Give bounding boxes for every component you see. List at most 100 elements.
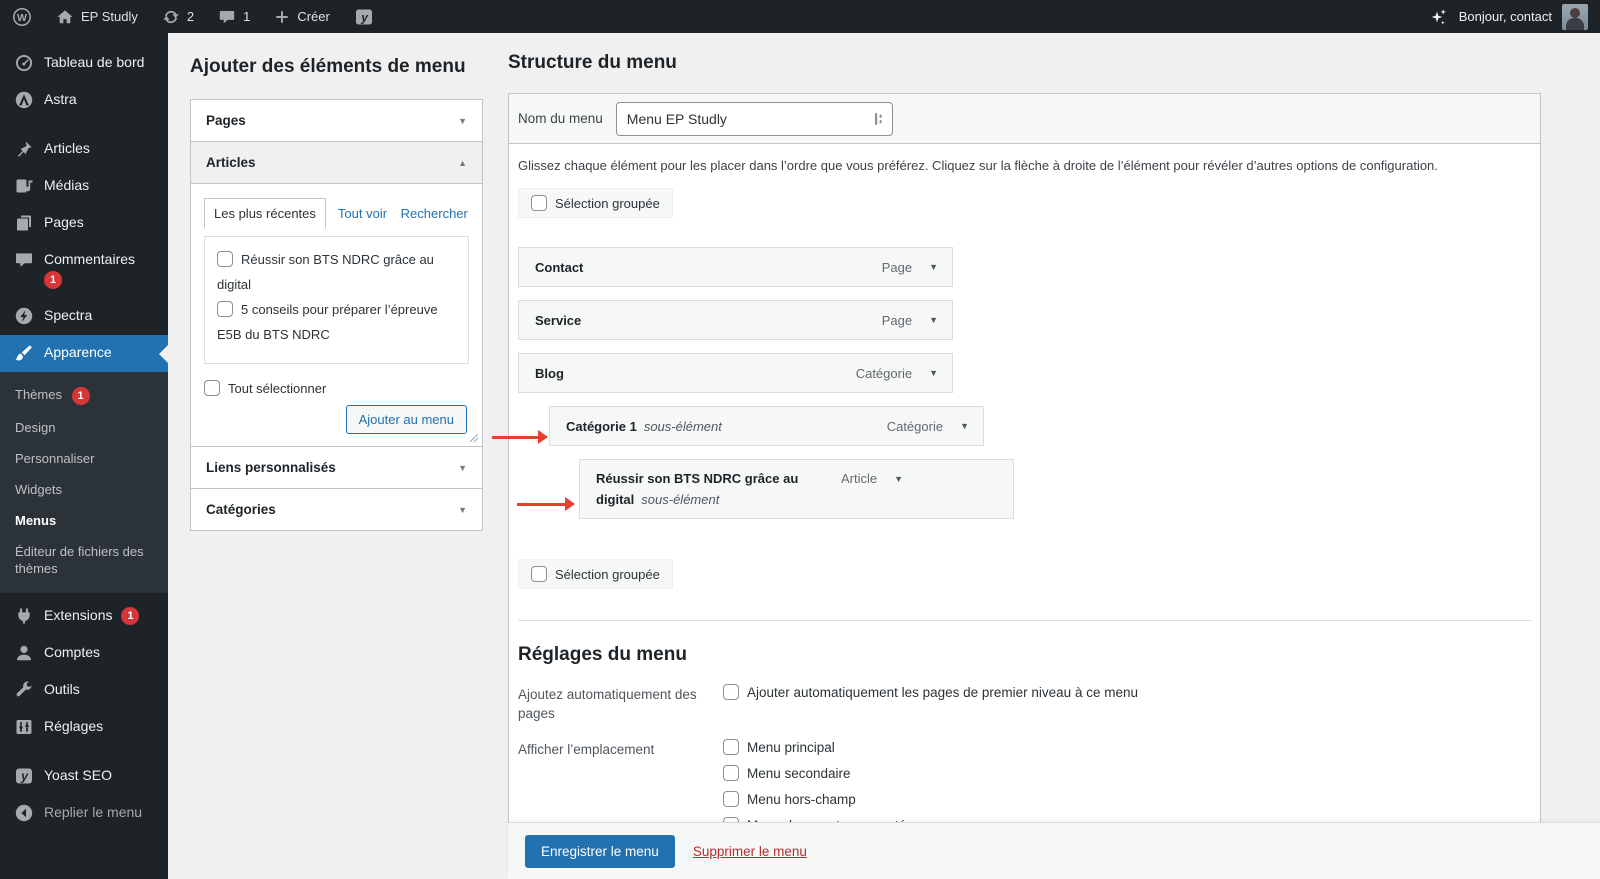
submenu-item-design[interactable]: Design <box>0 412 168 443</box>
settings-divider <box>518 620 1531 621</box>
item-expand-icon[interactable]: ▼ <box>929 262 938 272</box>
settings-icon <box>16 719 32 734</box>
sidebar-label: Commentaires <box>44 251 136 267</box>
sidebar-item-settings[interactable]: Réglages <box>0 709 168 746</box>
arrow-shaft <box>492 435 539 439</box>
sidebar-item-dashboard[interactable]: Tableau de bord <box>0 45 168 82</box>
menu-structure-card: Nom du menu Glissez chaque élément pour … <box>508 93 1541 878</box>
yoast-menu[interactable]: y <box>342 0 386 33</box>
grammar-extension-icon <box>874 112 882 125</box>
user-avatar[interactable] <box>1562 3 1588 30</box>
sidebar-label: Spectra <box>44 307 93 323</box>
accordion-section-custom-links[interactable]: Liens personnalisés ▼ <box>191 446 482 488</box>
menu-item-title: Catégorie 1 <box>566 418 637 434</box>
location-option-primary[interactable]: Menu principal <box>723 738 906 757</box>
menu-item-reussir-bts[interactable]: Réussir son BTS NDRC grâce au digital sou… <box>579 459 1014 519</box>
sub-item-label: sous-élément <box>643 418 722 434</box>
admin-bar: W EP Studly 2 1 Créer y Bonjour, contact <box>0 0 1600 33</box>
sidebar-label: Replier le menu <box>44 803 143 820</box>
menu-item-text: Blog <box>535 363 846 384</box>
menu-item-categorie-1[interactable]: Catégorie 1 sous-élément Catégorie ▼ <box>549 406 984 446</box>
sidebar-item-medias[interactable]: Médias <box>0 168 168 205</box>
location-option-secondary[interactable]: Menu secondaire <box>723 764 906 783</box>
comments-icon <box>16 253 32 267</box>
resize-handle-icon[interactable] <box>469 433 479 443</box>
location-checkbox[interactable] <box>723 765 739 781</box>
updates-menu[interactable]: 2 <box>150 0 206 33</box>
accordion-section-pages[interactable]: Pages ▼ <box>191 100 482 141</box>
location-checkbox[interactable] <box>723 739 739 755</box>
chevron-up-icon: ▲ <box>458 157 467 168</box>
select-all-label: Tout sélectionner <box>228 381 327 396</box>
admin-bar-left: W EP Studly 2 1 Créer y <box>0 0 386 33</box>
section-title: Liens personnalisés <box>206 460 336 475</box>
submenu-item-menus[interactable]: Menus <box>0 505 168 536</box>
article-checkbox[interactable] <box>217 301 233 317</box>
brush-icon <box>15 345 32 361</box>
sidebar-item-accounts[interactable]: Comptes <box>0 635 168 672</box>
menu-item-contact[interactable]: Contact Page ▼ <box>518 247 953 287</box>
accordion-section-articles[interactable]: Articles ▲ <box>191 141 482 184</box>
bulk-select-label: Sélection groupée <box>555 195 660 211</box>
sidebar-item-pages[interactable]: Pages <box>0 205 168 242</box>
add-to-menu-button[interactable]: Ajouter au menu <box>345 405 467 434</box>
menu-item-type: Page <box>881 312 913 328</box>
greeting-text[interactable]: Bonjour, contact <box>1459 9 1552 24</box>
submenu-item-theme-file-editor[interactable]: Éditeur de fichiers des thèmes <box>0 536 160 584</box>
sidebar-item-articles[interactable]: Articles <box>0 131 168 168</box>
site-menu[interactable]: EP Studly <box>44 0 150 33</box>
auto-add-row: Ajoutez automatiquement des pages Ajoute… <box>518 683 1531 723</box>
plus-icon <box>276 10 289 23</box>
auto-add-options: Ajouter automatiquement les pages de pre… <box>723 683 1138 723</box>
location-option-offcanvas[interactable]: Menu hors-champ <box>723 790 906 809</box>
sidebar-collapse-button[interactable]: Replier le menu <box>0 795 168 832</box>
article-option-row[interactable]: Réussir son BTS NDRC grâce au digital <box>217 247 456 297</box>
item-expand-icon[interactable]: ▼ <box>929 315 938 325</box>
updates-count: 2 <box>186 9 195 24</box>
submenu-item-widgets[interactable]: Widgets <box>0 474 168 505</box>
menu-name-input[interactable] <box>615 101 893 136</box>
sidebar-item-astra[interactable]: Astra <box>0 82 168 119</box>
sidebar-item-comments[interactable]: Commentaires 1 <box>0 242 168 298</box>
auto-add-checkbox[interactable] <box>723 684 739 700</box>
accordion-section-categories[interactable]: Catégories ▼ <box>191 488 482 530</box>
bulk-select-checkbox[interactable] <box>531 195 547 211</box>
menu-item-type: Catégorie <box>855 365 913 381</box>
comments-menu[interactable]: 1 <box>206 0 262 33</box>
menu-item-service[interactable]: Service Page ▼ <box>518 300 953 340</box>
submenu-item-customize[interactable]: Personnaliser <box>0 443 168 474</box>
delete-menu-link[interactable]: Supprimer le menu <box>693 844 807 859</box>
new-content-menu[interactable]: Créer <box>262 0 342 33</box>
tab-view-all[interactable]: Tout voir <box>338 206 387 221</box>
pages-icon <box>17 215 31 231</box>
select-all-checkbox[interactable] <box>204 380 220 396</box>
location-checkbox[interactable] <box>723 791 739 807</box>
bulk-select-button-top[interactable]: Sélection groupée <box>518 188 673 218</box>
tab-most-recent[interactable]: Les plus récentes <box>204 198 326 229</box>
item-expand-icon[interactable]: ▼ <box>894 474 903 484</box>
save-menu-button[interactable]: Enregistrer le menu <box>525 834 675 868</box>
sidebar-item-extensions[interactable]: Extensions 1 <box>0 598 168 635</box>
item-expand-icon[interactable]: ▼ <box>929 368 938 378</box>
bulk-select-checkbox[interactable] <box>531 566 547 582</box>
sidebar-item-spectra[interactable]: Spectra <box>0 298 168 335</box>
sidebar-item-yoast[interactable]: y Yoast SEO <box>0 758 168 795</box>
extensions-badge: 1 <box>121 606 140 625</box>
tab-search[interactable]: Rechercher <box>401 203 468 224</box>
sparkles-icon[interactable] <box>1427 6 1449 28</box>
wordpress-logo-menu[interactable]: W <box>0 0 44 33</box>
article-option-row[interactable]: 5 conseils pour préparer l’épreuve E5B d… <box>217 297 456 347</box>
item-expand-icon[interactable]: ▼ <box>960 421 969 431</box>
menu-item-blog[interactable]: Blog Catégorie ▼ <box>518 353 953 393</box>
astra-icon <box>15 91 33 109</box>
add-items-title: Ajouter des éléments de menu <box>190 56 466 77</box>
admin-sidebar: Tableau de bord Astra Articles Médias Pa… <box>0 33 168 879</box>
bulk-select-button-bottom[interactable]: Sélection groupée <box>518 559 673 589</box>
submenu-item-themes[interactable]: Thèmes 1 <box>0 379 168 412</box>
sidebar-item-appearance[interactable]: Apparence <box>0 335 168 372</box>
sidebar-item-tools[interactable]: Outils <box>0 672 168 709</box>
structure-description: Glissez chaque élément pour les placer d… <box>518 158 1438 173</box>
article-checkbox[interactable] <box>217 251 233 267</box>
select-all-row[interactable]: Tout sélectionner <box>204 380 469 396</box>
auto-add-option-row[interactable]: Ajouter automatiquement les pages de pre… <box>723 683 1138 702</box>
